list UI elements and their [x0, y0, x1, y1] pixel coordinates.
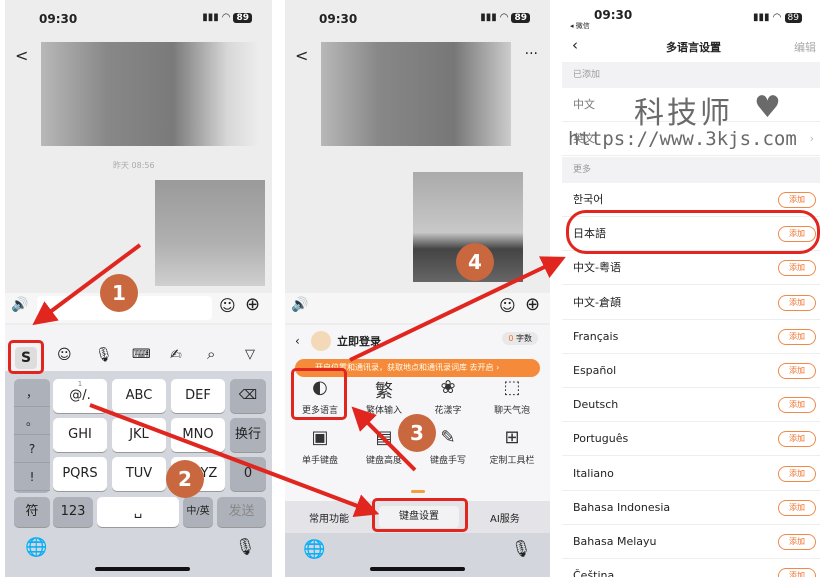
step-badge-1: 1	[100, 274, 138, 312]
arrow-step-4	[349, 256, 566, 362]
highlight-keyboard-settings	[372, 498, 468, 532]
highlight-more-languages	[291, 368, 347, 420]
highlight-japanese	[566, 210, 820, 254]
step-badge-3: 3	[398, 414, 436, 452]
arrow-step-2	[89, 403, 380, 517]
step-badge-4: 4	[456, 243, 494, 281]
step-badge-2: 2	[166, 460, 204, 498]
highlight-sogou-logo	[8, 340, 44, 374]
